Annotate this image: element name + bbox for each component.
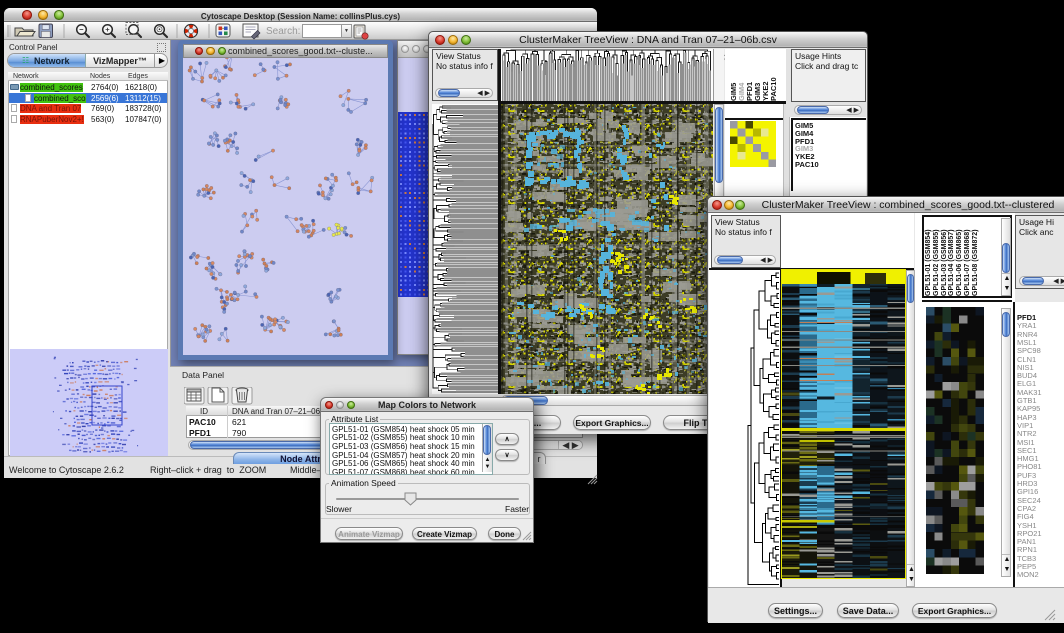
- svg-text:+: +: [105, 25, 110, 34]
- svg-text:−: −: [79, 25, 84, 34]
- svg-text:☉: ☉: [156, 25, 163, 34]
